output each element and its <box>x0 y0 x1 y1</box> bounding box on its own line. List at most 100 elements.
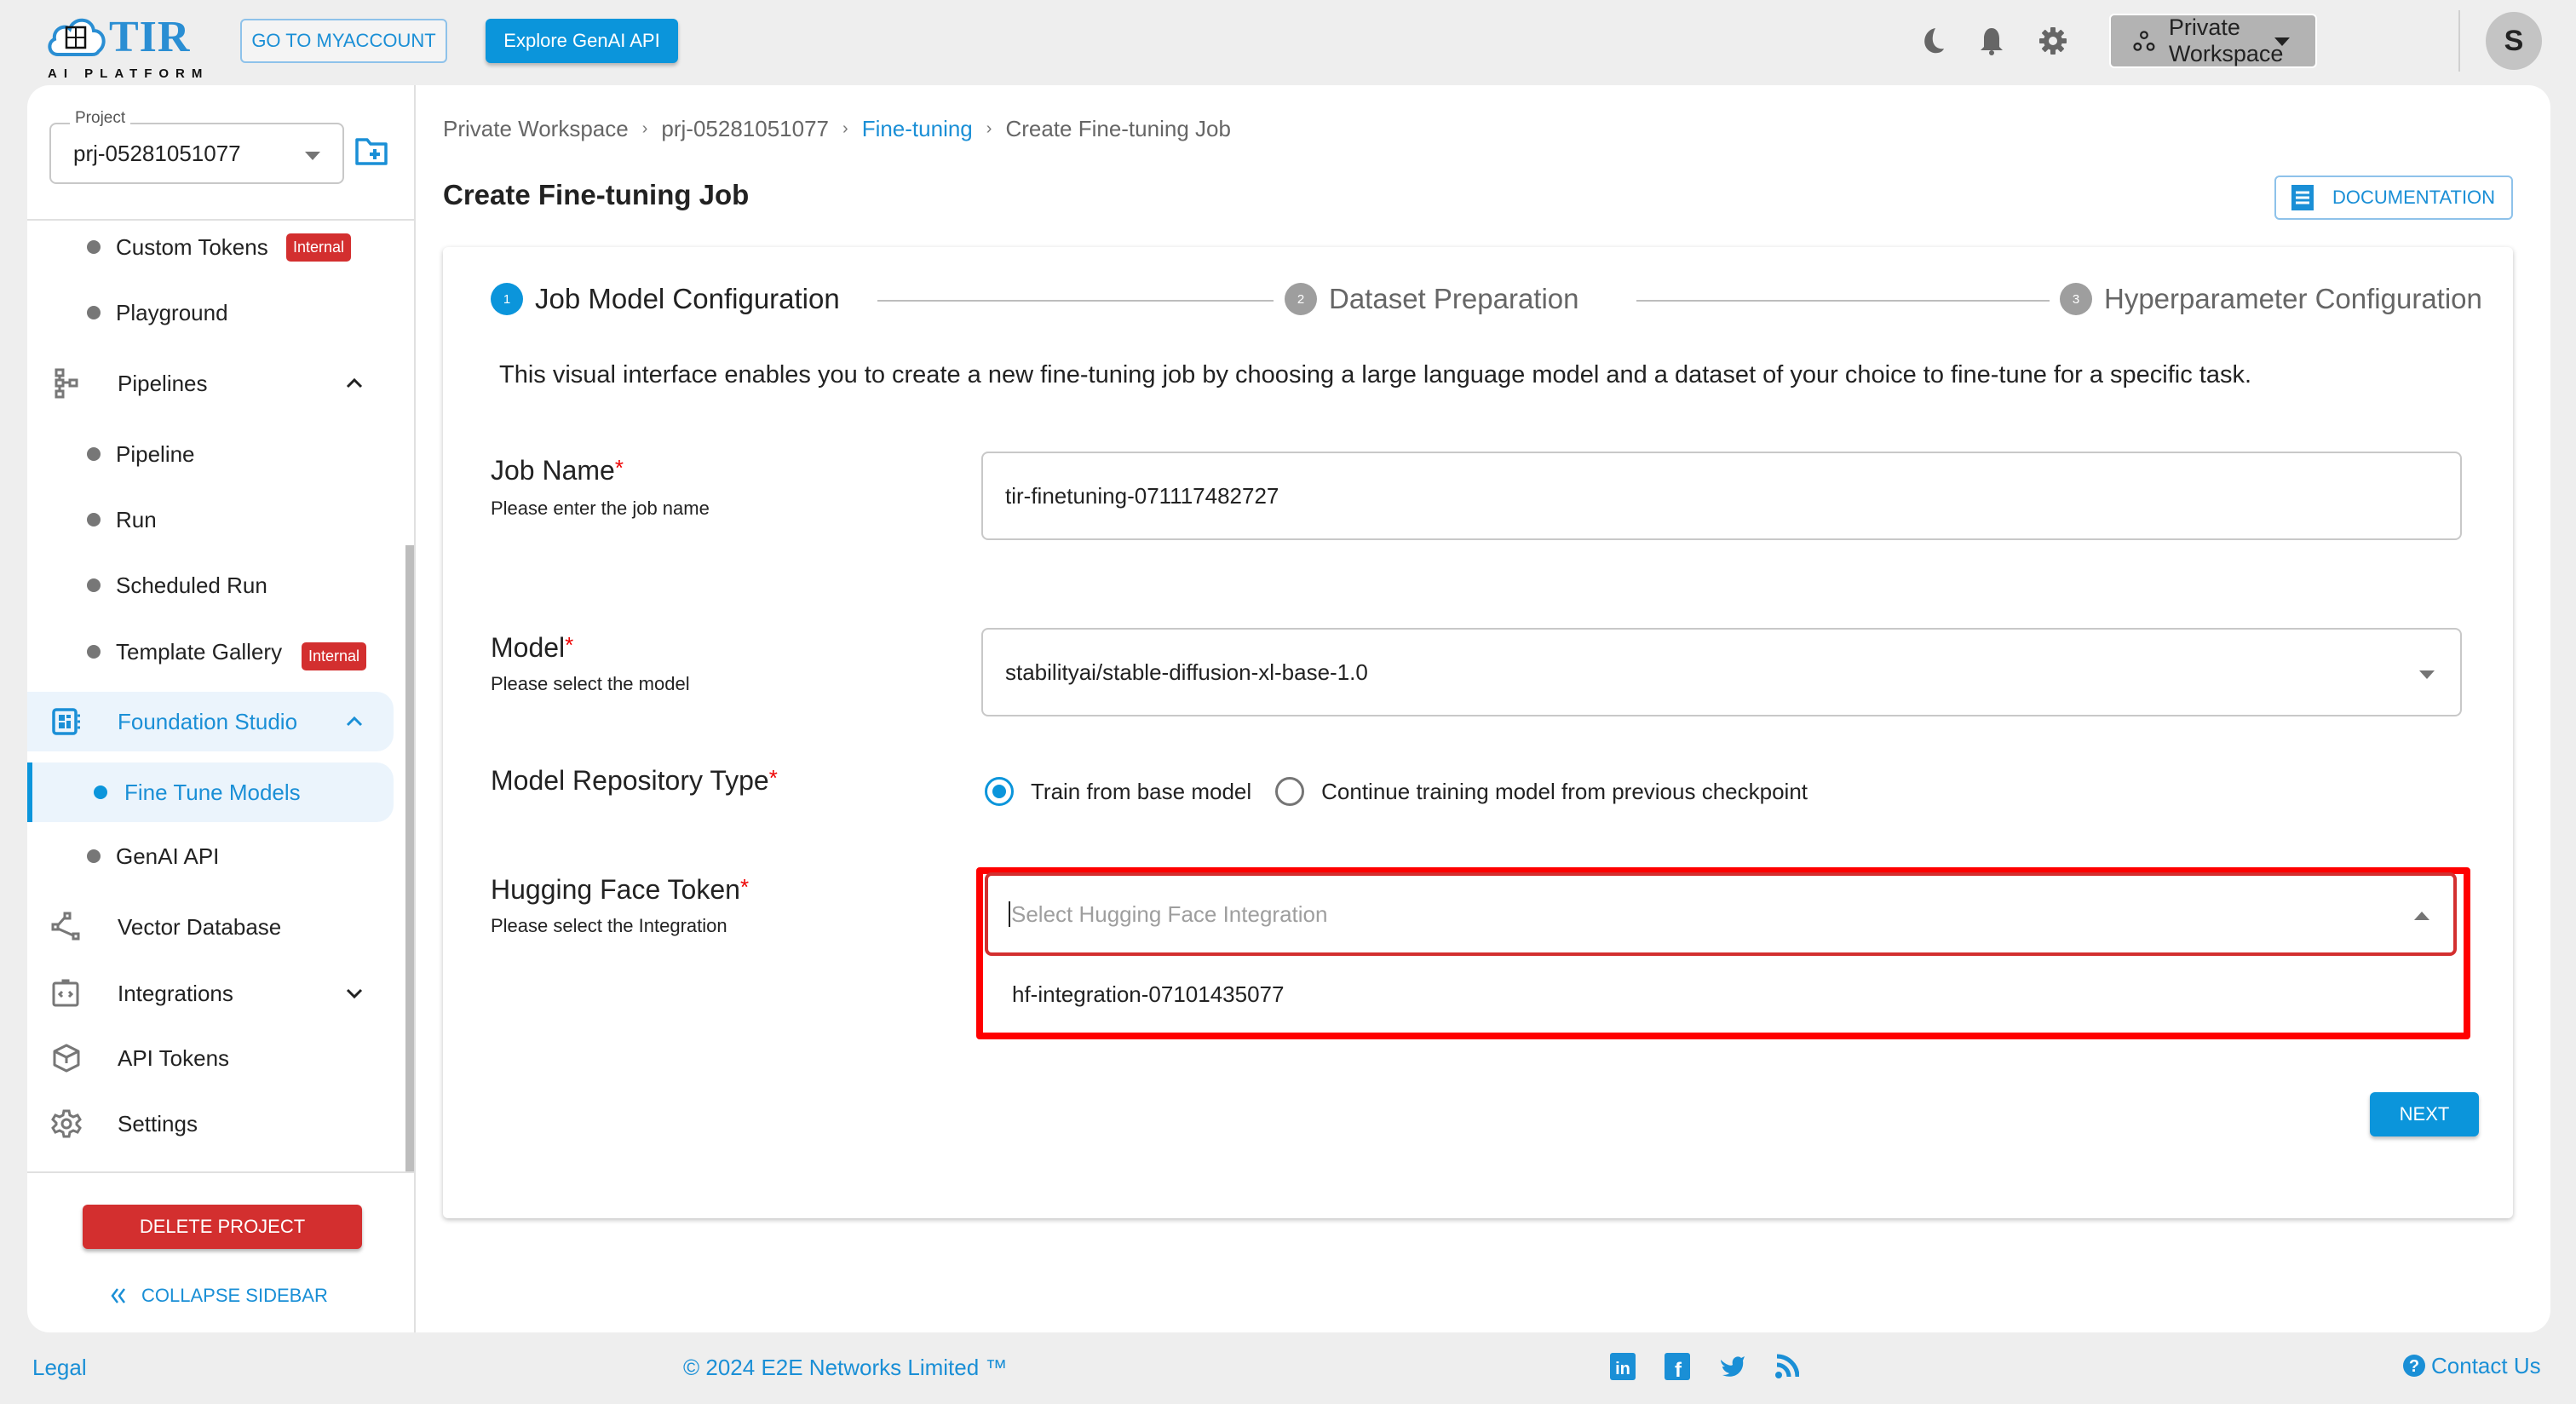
model-label: Model* <box>491 632 573 664</box>
user-avatar[interactable]: S <box>2486 12 2542 70</box>
double-chevron-left-icon <box>111 1288 125 1303</box>
hf-token-help: Please select the Integration <box>491 915 727 936</box>
text-cursor <box>1009 901 1010 927</box>
required-marker: * <box>768 765 778 791</box>
dropdown-option[interactable]: hf-integration-07101435077 <box>1012 981 1284 1008</box>
sidebar-item-integrations[interactable]: Integrations <box>27 964 394 1023</box>
step-3: 3 Hyperparameter Configuration <box>2060 283 2482 315</box>
header-divider <box>2458 10 2460 72</box>
sidebar-item-vector-database[interactable]: Vector Database <box>27 897 394 957</box>
caret-down-icon <box>305 152 320 160</box>
model-help: Please select the model <box>491 673 690 694</box>
sidebar-item-pipeline[interactable]: Pipeline <box>27 424 394 484</box>
model-select[interactable]: stabilityai/stable-diffusion-xl-base-1.0 <box>981 628 2462 716</box>
sidebar-item-label: Foundation Studio <box>118 708 298 734</box>
bullet-icon <box>87 513 101 526</box>
caret-down-icon <box>2419 670 2435 679</box>
sidebar-item-foundation-studio[interactable]: Foundation Studio <box>27 692 394 751</box>
step-number: 3 <box>2060 283 2092 315</box>
documentation-label: DOCUMENTATION <box>2332 187 2496 208</box>
hf-integration-select[interactable]: Select Hugging Face Integration <box>985 872 2457 956</box>
bullet-icon <box>87 578 101 592</box>
sidebar-item-scheduled-run[interactable]: Scheduled Run <box>27 555 394 615</box>
svg-text:?: ? <box>2409 1357 2419 1376</box>
document-icon <box>2291 185 2314 210</box>
gear-icon <box>51 1109 82 1138</box>
sidebar-item-run[interactable]: Run <box>27 490 394 550</box>
radio-label[interactable]: Train from base model <box>1031 779 1251 805</box>
delete-project-button[interactable]: DELETE PROJECT <box>83 1205 362 1249</box>
sidebar-item-label: Scheduled Run <box>116 572 267 598</box>
cloud-logo-icon <box>48 18 106 56</box>
required-marker: * <box>739 874 750 900</box>
collapse-sidebar-label: COLLAPSE SIDEBAR <box>141 1285 328 1306</box>
radio-train-from-base[interactable] <box>985 777 1014 806</box>
next-button[interactable]: NEXT <box>2370 1092 2479 1136</box>
repo-type-radio-group: Train from base model Continue training … <box>985 777 1808 806</box>
settings-button[interactable] <box>2036 24 2070 58</box>
facebook-icon[interactable]: f <box>1665 1353 1690 1380</box>
sidebar-item-custom-tokens[interactable]: Custom Tokens Internal <box>27 217 394 277</box>
sidebar-item-template-gallery[interactable]: Template Gallery Internal <box>27 622 394 682</box>
tir-logo[interactable]: TIR AI PLATFORM <box>46 12 202 81</box>
bullet-icon <box>87 645 101 659</box>
integrations-icon <box>52 979 79 1007</box>
sidebar-item-fine-tune-models[interactable]: Fine Tune Models <box>27 762 394 822</box>
sidebar-item-label: Vector Database <box>118 913 282 940</box>
internal-badge: Internal <box>302 642 367 670</box>
step-number: 1 <box>491 283 523 315</box>
explore-genai-api-button[interactable]: Explore GenAI API <box>486 19 678 63</box>
contact-us-label: Contact Us <box>2431 1353 2541 1378</box>
model-label-text: Model <box>491 632 566 663</box>
dark-mode-toggle[interactable] <box>1915 24 1949 58</box>
workspace-selector[interactable]: Private Workspace <box>2109 14 2317 68</box>
repo-type-label: Model Repository Type* <box>491 765 778 797</box>
job-name-help: Please enter the job name <box>491 498 710 519</box>
sidebar-divider <box>27 1171 416 1173</box>
hf-integration-placeholder: Select Hugging Face Integration <box>1011 901 1328 927</box>
job-name-input[interactable]: tir-finetuning-071117482727 <box>981 452 2462 540</box>
sidebar-item-playground[interactable]: Playground <box>27 283 394 342</box>
project-select[interactable]: prj-05281051077 <box>49 123 344 184</box>
sidebar-item-label: Pipelines <box>118 370 208 396</box>
breadcrumb: Private Workspace › prj-05281051077 › Fi… <box>443 116 1231 142</box>
step-label: Hyperparameter Configuration <box>2104 283 2482 314</box>
breadcrumb-separator-icon: › <box>986 119 992 138</box>
contact-us-link[interactable]: ? Contact Us <box>2402 1353 2541 1379</box>
breadcrumb-project[interactable]: prj-05281051077 <box>661 116 829 142</box>
sidebar-item-label: Custom Tokens <box>116 233 268 260</box>
bullet-icon <box>87 240 101 254</box>
documentation-button[interactable]: DOCUMENTATION <box>2274 176 2513 220</box>
rss-icon[interactable] <box>1774 1353 1799 1380</box>
sidebar-item-label: GenAI API <box>116 843 220 869</box>
radio-continue-training[interactable] <box>1275 777 1305 806</box>
go-to-myaccount-button[interactable]: GO TO MYACCOUNT <box>240 19 447 63</box>
twitter-icon[interactable] <box>1719 1353 1745 1380</box>
project-label: Project <box>70 109 131 128</box>
step-label: Dataset Preparation <box>1329 283 1579 314</box>
workspace-label: Private Workspace <box>2168 14 2284 66</box>
collapse-sidebar-button[interactable]: COLLAPSE SIDEBAR <box>109 1285 328 1307</box>
chevron-up-icon <box>346 716 363 727</box>
legal-link[interactable]: Legal <box>32 1355 87 1381</box>
sidebar-item-label: Fine Tune Models <box>124 779 301 805</box>
breadcrumb-fine-tuning[interactable]: Fine-tuning <box>862 116 973 142</box>
add-project-folder-icon[interactable] <box>354 136 388 167</box>
radio-label[interactable]: Continue training model from previous ch… <box>1321 779 1808 805</box>
sidebar-item-settings[interactable]: Settings <box>27 1094 394 1154</box>
linkedin-icon[interactable]: in <box>1610 1353 1636 1380</box>
sidebar-item-api-tokens[interactable]: API Tokens <box>27 1028 394 1088</box>
step-number: 2 <box>1285 283 1317 315</box>
foundation-studio-icon <box>52 708 80 735</box>
sidebar-item-pipelines[interactable]: Pipelines <box>27 354 394 413</box>
sidebar-item-label: API Tokens <box>118 1044 230 1071</box>
breadcrumb-workspace[interactable]: Private Workspace <box>443 116 629 142</box>
chevron-up-icon <box>346 377 363 388</box>
workspace-icon <box>2133 31 2155 51</box>
sidebar-scrollbar[interactable] <box>405 545 414 1171</box>
sidebar-item-genai-api[interactable]: GenAI API <box>27 826 394 886</box>
svg-text:in: in <box>1615 1360 1630 1378</box>
caret-up-icon <box>2414 912 2429 920</box>
notifications-button[interactable] <box>1975 24 2009 58</box>
step-1: 1 Job Model Configuration <box>491 283 840 315</box>
